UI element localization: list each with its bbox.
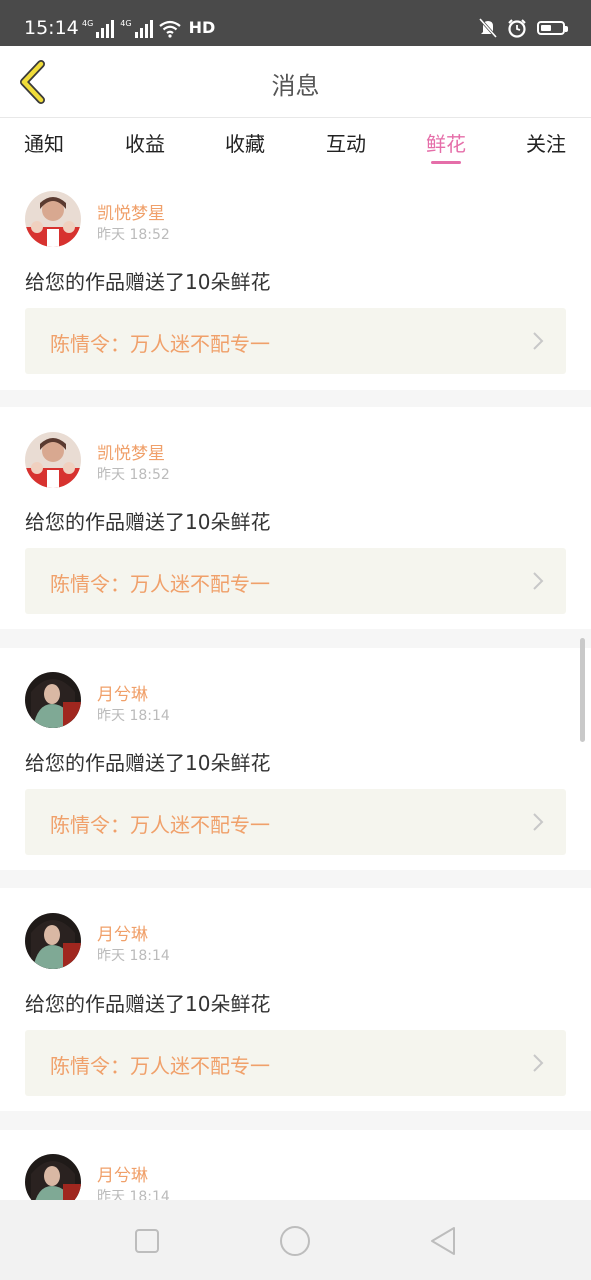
work-link[interactable]: 陈情令：万人迷不配专一: [25, 308, 566, 374]
tab-interactions[interactable]: 互动: [316, 128, 376, 157]
alarm-icon: [508, 19, 526, 38]
tab-notifications[interactable]: 通知: [14, 128, 74, 157]
avatar[interactable]: [25, 672, 81, 728]
list-item: 凯悦梦星 昨天 18:52 给您的作品赠送了10朵鲜花 陈情令：万人迷不配专一: [0, 172, 591, 390]
avatar[interactable]: [25, 913, 81, 969]
username[interactable]: 月兮琳: [97, 680, 148, 705]
message-text: 给您的作品赠送了10朵鲜花: [25, 992, 271, 1016]
status-time: 15:14: [24, 17, 79, 39]
network-type-label: 4G: [82, 19, 94, 28]
work-link[interactable]: 陈情令：万人迷不配专一: [25, 548, 566, 614]
timestamp: 昨天 18:14: [97, 948, 170, 964]
status-bar: 15:14 4G 4G HD: [0, 0, 591, 46]
status-right-group: [479, 18, 568, 38]
hd-label: HD: [188, 18, 216, 37]
mute-bell-icon: [479, 18, 497, 38]
header: 消息: [0, 46, 591, 118]
tab-earnings[interactable]: 收益: [115, 128, 175, 157]
username[interactable]: 月兮琳: [97, 1161, 148, 1186]
avatar[interactable]: [25, 191, 81, 247]
tab-bar: 通知 收益 收藏 互动 鲜花 关注: [0, 118, 591, 172]
tab-flowers[interactable]: 鲜花: [416, 128, 476, 164]
status-signal-group: 4G 4G HD: [82, 18, 215, 38]
triangle-back-icon[interactable]: [426, 1224, 460, 1258]
square-icon[interactable]: [130, 1224, 164, 1258]
wifi-icon: [158, 20, 181, 38]
timestamp: 昨天 18:14: [97, 708, 170, 724]
work-link[interactable]: 陈情令：万人迷不配专一: [25, 789, 566, 855]
chevron-right-icon: [533, 332, 544, 350]
list-item: 凯悦梦星 昨天 18:52 给您的作品赠送了10朵鲜花 陈情令：万人迷不配专一: [0, 407, 591, 629]
work-link[interactable]: 陈情令：万人迷不配专一: [25, 1030, 566, 1096]
timestamp: 昨天 18:52: [97, 227, 170, 243]
chevron-right-icon: [533, 813, 544, 831]
username[interactable]: 月兮琳: [97, 920, 148, 945]
timestamp: 昨天 18:52: [97, 467, 170, 483]
message-text: 给您的作品赠送了10朵鲜花: [25, 510, 271, 534]
avatar[interactable]: [25, 432, 81, 488]
tab-favorites[interactable]: 收藏: [215, 128, 275, 157]
signal-icon: 4G: [82, 19, 115, 38]
message-text: 给您的作品赠送了10朵鲜花: [25, 270, 271, 294]
username[interactable]: 凯悦梦星: [97, 439, 165, 464]
battery-icon: [537, 21, 568, 35]
chevron-right-icon: [533, 572, 544, 590]
active-tab-indicator: [431, 161, 461, 164]
network-type-label: 4G: [120, 19, 132, 28]
message-text: 给您的作品赠送了10朵鲜花: [25, 751, 271, 775]
work-title: 陈情令：万人迷不配专一: [50, 1054, 270, 1078]
tab-following[interactable]: 关注: [516, 128, 576, 157]
list-item: 月兮琳 昨天 18:14 给您的作品赠送了10朵鲜花 陈情令：万人迷不配专一: [0, 888, 591, 1111]
circle-icon[interactable]: [278, 1224, 312, 1258]
username[interactable]: 凯悦梦星: [97, 199, 165, 224]
scrollbar[interactable]: [580, 638, 585, 742]
signal-icon: 4G: [120, 19, 153, 38]
list-item: 月兮琳 昨天 18:14 给您的作品赠送了10朵鲜花 陈情令：万人迷不配专一: [0, 648, 591, 870]
tab-flowers-label: 鲜花: [426, 132, 466, 156]
work-title: 陈情令：万人迷不配专一: [50, 813, 270, 837]
work-title: 陈情令：万人迷不配专一: [50, 332, 270, 356]
page-title: 消息: [271, 72, 320, 100]
chevron-right-icon: [533, 1054, 544, 1072]
system-nav-bar: [0, 1200, 591, 1280]
work-title: 陈情令：万人迷不配专一: [50, 572, 270, 596]
